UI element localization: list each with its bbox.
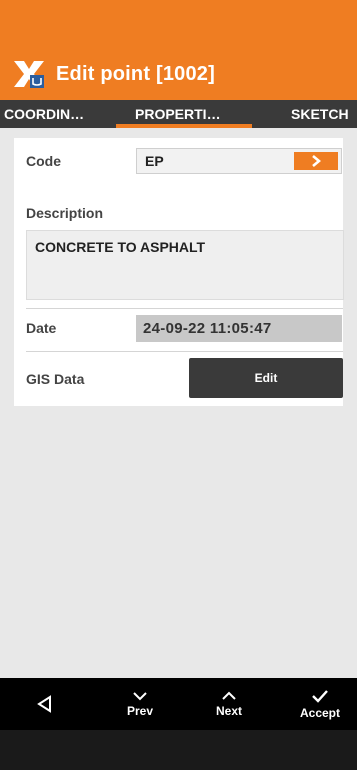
chevron-down-icon (133, 691, 147, 700)
date-value: 24-09-22 11:05:47 (143, 320, 272, 337)
app-logo-icon (12, 59, 46, 89)
back-triangle-icon (37, 695, 51, 713)
next-button[interactable]: Next (207, 678, 251, 730)
system-nav-bar (0, 730, 357, 770)
accept-label: Accept (299, 705, 340, 720)
code-label: Code (26, 153, 61, 169)
status-bar (0, 0, 357, 48)
description-value: CONCRETE TO ASPHALT (35, 239, 206, 255)
chevron-right-icon (312, 155, 321, 167)
gis-edit-button[interactable]: Edit (189, 358, 343, 398)
chevron-up-icon (222, 691, 236, 700)
code-field[interactable]: EP (136, 148, 342, 174)
code-select-button[interactable] (294, 152, 338, 170)
tab-coordinates[interactable]: COORDIN… (4, 100, 84, 128)
divider (26, 308, 343, 309)
tab-sketch[interactable]: SKETCH (291, 100, 349, 128)
prev-button[interactable]: Prev (118, 678, 162, 730)
date-field: 24-09-22 11:05:47 (136, 315, 342, 342)
divider (26, 351, 343, 352)
prev-label: Prev (126, 703, 154, 718)
checkmark-icon (312, 689, 328, 703)
date-label: Date (26, 320, 57, 336)
title-bar: Edit point [1002] (0, 48, 357, 100)
code-value: EP (145, 153, 164, 169)
next-label: Next (215, 703, 242, 718)
page-title: Edit point [1002] (56, 62, 215, 85)
description-field[interactable]: CONCRETE TO ASPHALT (26, 230, 344, 300)
accept-button[interactable]: Accept (290, 678, 350, 730)
description-label: Description (26, 205, 104, 221)
gis-data-label: GIS Data (26, 371, 85, 387)
back-button[interactable] (30, 678, 60, 730)
